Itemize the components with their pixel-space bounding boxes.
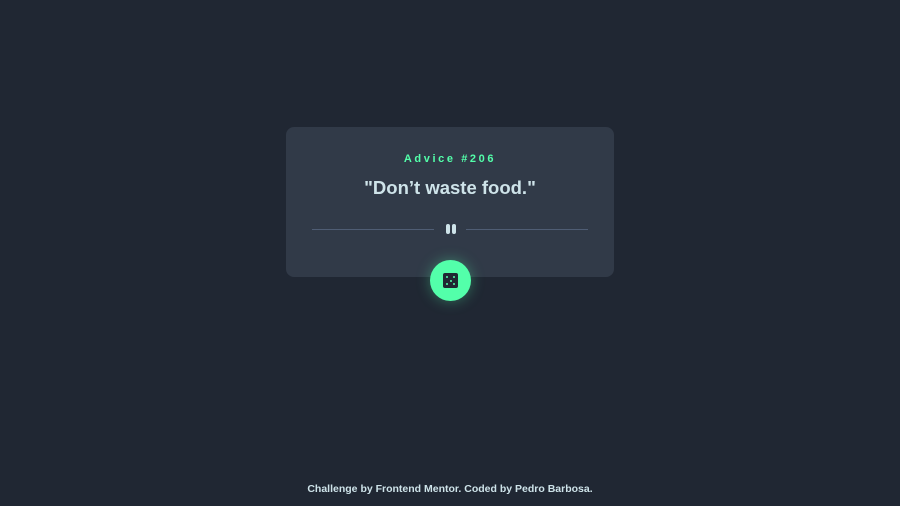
divider-line-left xyxy=(312,229,434,230)
dice-icon xyxy=(443,273,458,288)
new-advice-button[interactable] xyxy=(430,260,471,301)
divider-line-right xyxy=(466,229,588,230)
advice-card: Advice #206 "Don’t waste food." xyxy=(286,127,614,277)
advice-id: Advice #206 xyxy=(403,153,497,165)
pause-icon xyxy=(444,224,458,234)
advice-text: "Don’t waste food." xyxy=(364,177,536,198)
attribution-footer: Challenge by Frontend Mentor. Coded by P… xyxy=(307,483,593,495)
divider xyxy=(312,223,588,235)
page: Advice #206 "Don’t waste food." Challeng… xyxy=(0,0,900,506)
